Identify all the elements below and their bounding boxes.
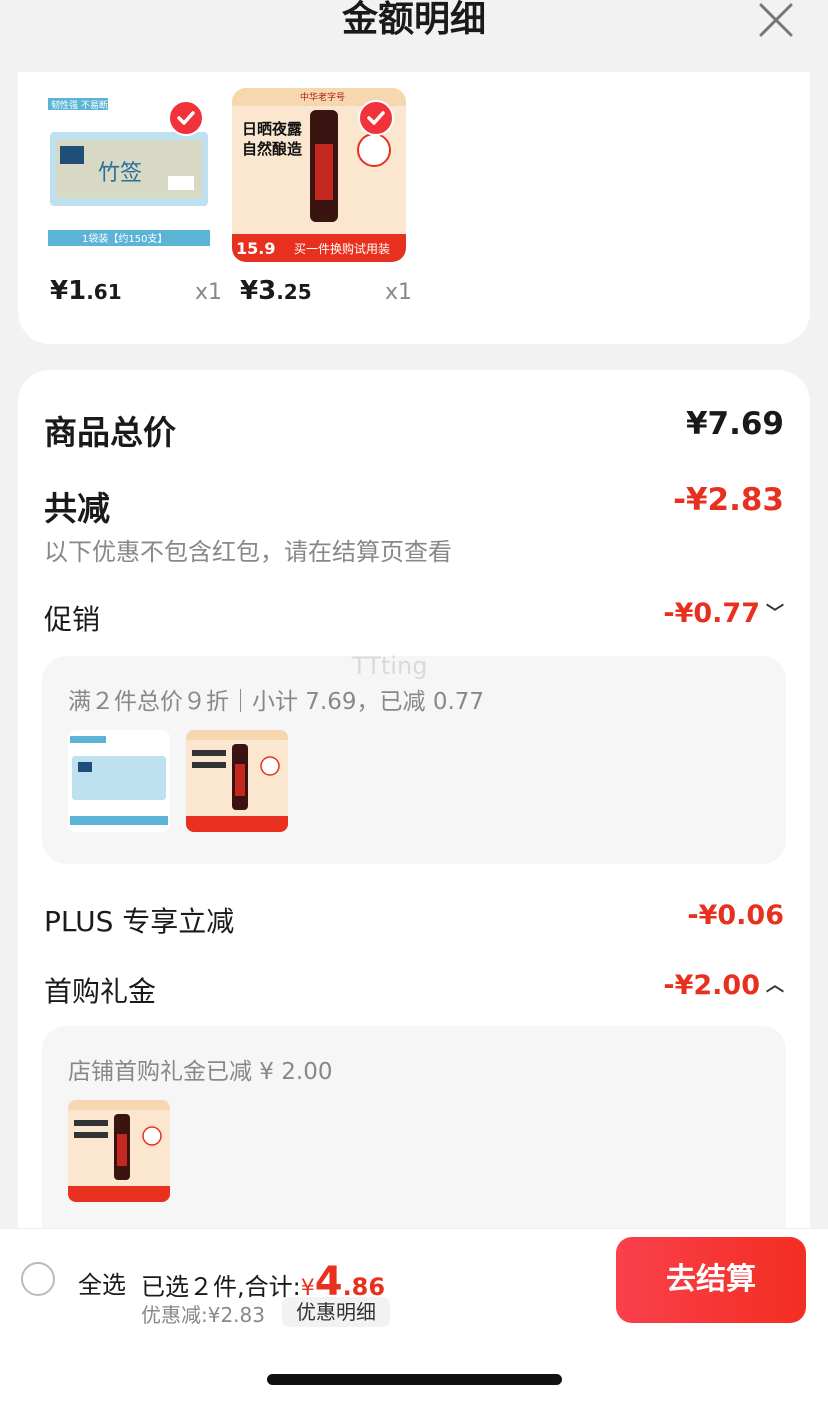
discount-detail-button[interactable]: 优惠明细	[282, 1297, 390, 1327]
reduce-label: 共减	[44, 489, 110, 528]
header: 金额明细	[0, 0, 828, 62]
plus-label: PLUS 专享立减	[44, 905, 235, 938]
close-icon[interactable]	[758, 2, 794, 38]
watermark: TTting	[352, 652, 428, 680]
amount-detail-card: 商品总价 ¥7.69 共减 -¥2.83 以下优惠不包含红包，请在结算页查看 促…	[18, 370, 810, 1256]
promo-row[interactable]: 促销 -¥0.77 ﹀	[44, 598, 784, 636]
total-row: 商品总价 ¥7.69	[44, 406, 784, 452]
plus-value: -¥0.06	[687, 900, 784, 931]
gift-desc: 店铺首购礼金已减 ¥ 2.00	[68, 1059, 333, 1085]
chevron-up-icon: ︿	[766, 975, 784, 996]
select-all-radio[interactable]	[21, 1262, 55, 1296]
product-thumb	[68, 730, 170, 832]
product-name: 竹签	[98, 161, 142, 186]
gift-label: 首购礼金	[44, 975, 157, 1008]
product-banner: 买一件换购试用装	[294, 241, 390, 256]
svg-text:自然酿造: 自然酿造	[242, 140, 302, 158]
product-item[interactable]: 韧性强 不易断 竹签 1袋装【约150支】 ¥1.61 x1	[42, 88, 222, 306]
products-card: 韧性强 不易断 竹签 1袋装【约150支】 ¥1.61 x1 中华老字号 日晒夜…	[18, 72, 810, 344]
product-tag: 韧性强 不易断	[51, 99, 108, 111]
chevron-down-icon: ﹀	[766, 603, 784, 624]
promo-value[interactable]: -¥0.77 ﹀	[663, 598, 784, 629]
gift-detail-box: 店铺首购礼金已减 ¥ 2.00	[42, 1026, 786, 1256]
checkout-button[interactable]: 去结算	[616, 1237, 806, 1323]
product-pack: 1袋装【约150支】	[82, 232, 167, 245]
checked-icon[interactable]	[358, 100, 394, 136]
page-title: 金额明细	[341, 0, 486, 40]
product-price: ¥3.25	[240, 276, 312, 306]
product-thumb	[68, 1100, 170, 1202]
total-value: ¥7.69	[685, 406, 784, 442]
reduce-row: 共减 -¥2.83	[44, 482, 784, 528]
gift-row[interactable]: 首购礼金 -¥2.00 ︿	[44, 970, 784, 1008]
product-thumb	[186, 730, 288, 832]
product-image: 韧性强 不易断 竹签 1袋装【约150支】	[42, 88, 216, 262]
plus-row: PLUS 专享立减 -¥0.06	[44, 900, 784, 938]
reduce-note: 以下优惠不包含红包，请在结算页查看	[44, 538, 452, 566]
svg-text:日晒夜露: 日晒夜露	[242, 120, 303, 138]
total-label: 商品总价	[44, 413, 176, 452]
checked-icon[interactable]	[168, 100, 204, 136]
product-promo-price: 15.9	[236, 239, 275, 258]
promo-desc: 满２件总价９折｜小计 7.69，已减 0.77	[68, 689, 485, 715]
product-qty: x1	[384, 280, 412, 305]
select-all-label[interactable]: 全选	[78, 1265, 126, 1300]
product-image: 中华老字号 日晒夜露 自然酿造 15.9 买一件换购试用装	[232, 88, 406, 262]
home-indicator[interactable]	[267, 1374, 562, 1385]
promo-detail-box: 满２件总价９折｜小计 7.69，已减 0.77	[42, 656, 786, 864]
gift-value[interactable]: -¥2.00 ︿	[663, 970, 784, 1001]
promo-label: 促销	[44, 603, 101, 636]
product-item[interactable]: 中华老字号 日晒夜露 自然酿造 15.9 买一件换购试用装 ¥3.25 x1	[232, 88, 412, 306]
product-price: ¥1.61	[50, 276, 122, 306]
discount-text: 优惠减:¥2.83	[141, 1303, 265, 1327]
product-qty: x1	[194, 280, 222, 305]
reduce-value: -¥2.83	[673, 482, 784, 518]
product-brand: 中华老字号	[300, 91, 345, 103]
checkout-bar: 全选 已选２件,合计:¥4.86 优惠减:¥2.83 优惠明细 去结算	[0, 1228, 828, 1328]
home-area	[0, 1328, 828, 1402]
